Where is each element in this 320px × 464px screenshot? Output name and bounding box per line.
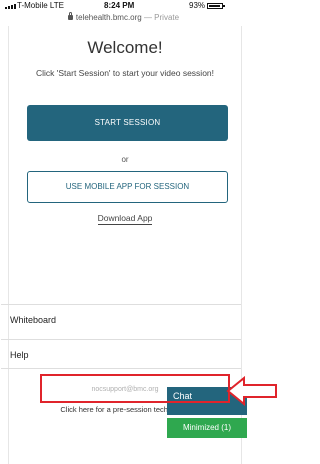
- pointer-arrow-icon: [226, 376, 277, 406]
- download-app-link[interactable]: Download App: [9, 213, 241, 225]
- use-mobile-app-button[interactable]: USE MOBILE APP FOR SESSION: [27, 171, 228, 203]
- status-bar: T-Mobile LTE 8:24 PM 93%: [0, 0, 247, 12]
- battery-icon: [207, 3, 225, 9]
- battery-percent: 93%: [189, 1, 206, 10]
- signal-icon: [5, 4, 16, 9]
- private-mode-label: — Private: [141, 13, 180, 22]
- or-divider-text: or: [121, 155, 129, 164]
- start-session-button[interactable]: START SESSION: [27, 105, 228, 141]
- instruction-text: Click 'Start Session' to start your vide…: [35, 68, 215, 78]
- url-bar[interactable]: telehealth.bmc.org — Private: [0, 12, 247, 26]
- menu-item-whiteboard[interactable]: Whiteboard: [1, 304, 241, 334]
- minimized-tab[interactable]: Minimized (1): [167, 418, 247, 438]
- page-title: Welcome!: [87, 38, 163, 57]
- lock-icon: [67, 12, 73, 21]
- carrier-label: T-Mobile LTE: [17, 1, 64, 10]
- highlight-box: [40, 374, 230, 403]
- url-domain: telehealth.bmc.org: [75, 13, 142, 22]
- clock: 8:24 PM: [104, 1, 135, 10]
- menu-item-help[interactable]: Help: [1, 339, 241, 369]
- download-app-label: Download App: [97, 213, 153, 225]
